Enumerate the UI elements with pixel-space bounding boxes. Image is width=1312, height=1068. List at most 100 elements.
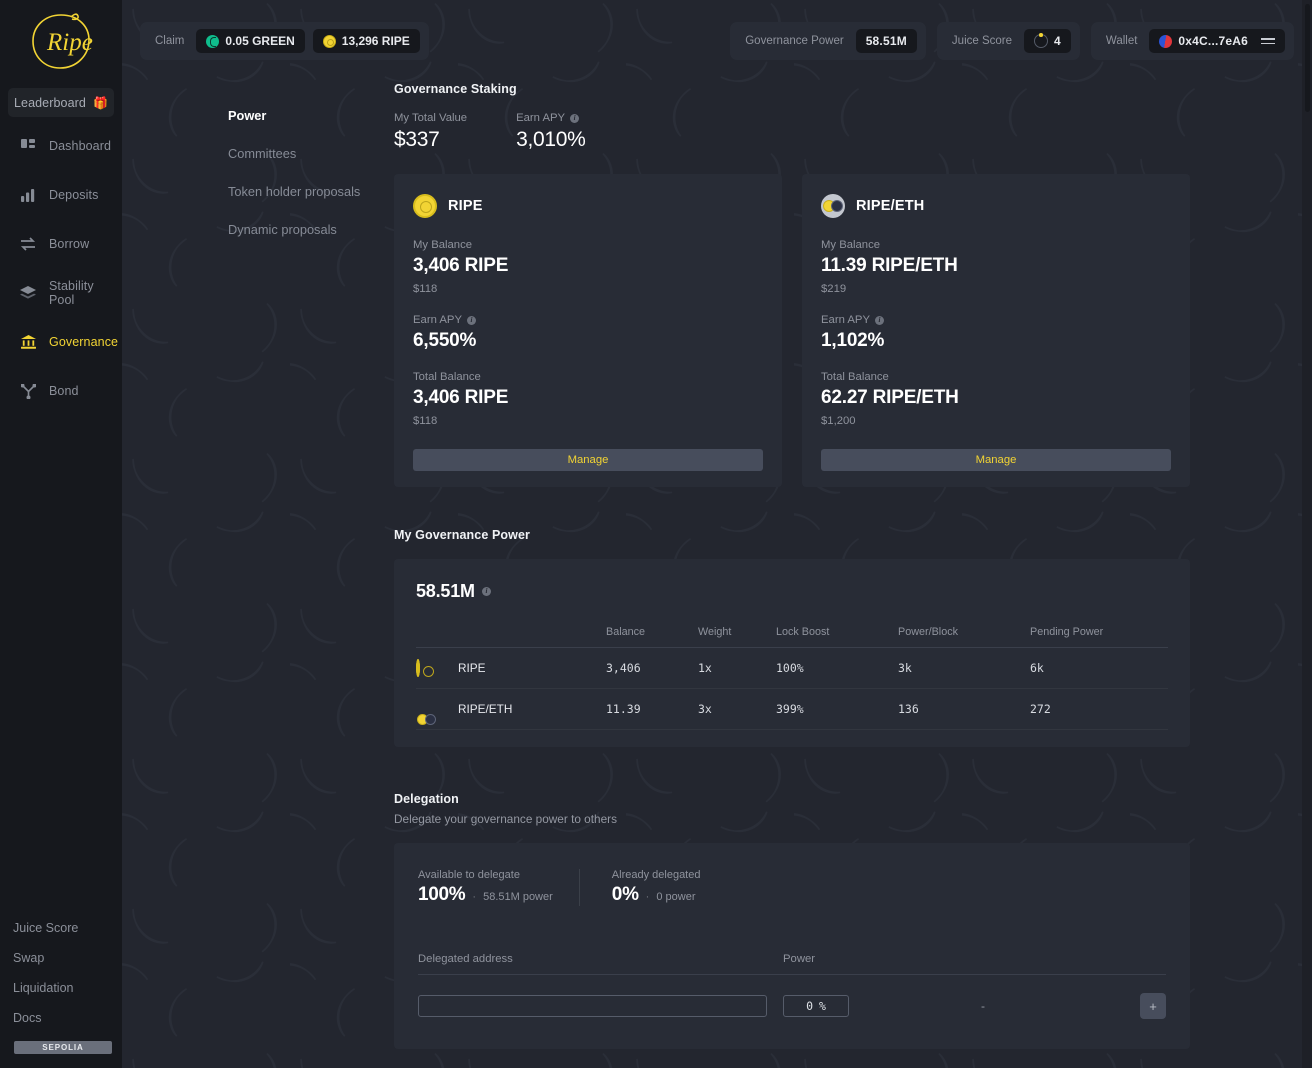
delegated-address-input[interactable]: [418, 995, 767, 1017]
bond-icon: [20, 383, 36, 399]
already-delegated-pct: 0%: [611, 884, 639, 905]
delegation-column-headers: Delegated address Power: [418, 953, 1166, 975]
staking-card-ripe: RIPE My Balance 3,406 RIPE $118 Earn APY: [394, 174, 782, 487]
claim-label: Claim: [155, 35, 185, 47]
sidebar-nav-top: Leaderboard 🎁 Dashboard Deposits Borrow …: [0, 84, 122, 425]
governance-power-total: 58.51M i: [416, 581, 1168, 602]
table-header-row: Balance Weight Lock Boost Power/Block Pe…: [416, 626, 1168, 648]
sidebar-link-docs[interactable]: Docs: [0, 1011, 122, 1025]
total-balance-label: Total Balance: [821, 371, 889, 383]
table-row[interactable]: RIPE 3,406 1x 100% 3k 6k: [416, 647, 1168, 689]
sidebar-item-dashboard[interactable]: Dashboard: [8, 131, 114, 161]
staking-summary: My Total Value $337 Earn APY i 3,010%: [394, 112, 1190, 152]
total-balance-block: Total Balance 62.27 RIPE/ETH $1,200: [821, 371, 1171, 427]
delegation-card: Available to delegate 100% · 58.51M powe…: [394, 843, 1190, 1049]
info-icon[interactable]: i: [466, 315, 476, 325]
my-governance-power-title: My Governance Power: [394, 528, 530, 542]
my-total-value-label: My Total Value: [394, 112, 468, 124]
governance-power-label: Governance Power: [745, 35, 844, 47]
delegation-input-row: 0 % - +: [418, 993, 1166, 1019]
body-wrap: Power Committees Token holder proposals …: [122, 82, 1312, 1049]
col-icon: [416, 626, 458, 648]
manage-button[interactable]: Manage: [821, 449, 1171, 471]
sidebar-item-leaderboard[interactable]: Leaderboard 🎁: [8, 88, 114, 117]
apy-value: 1,102%: [821, 330, 885, 351]
my-balance-label: My Balance: [821, 239, 881, 251]
claim-green-value: 0.05 GREEN: [225, 34, 295, 48]
sidebar-item-label: Stability Pool: [49, 279, 94, 307]
staking-card-ripe-eth: RIPE/ETH My Balance 11.39 RIPE/ETH $219 …: [802, 174, 1190, 487]
scrollbar-thumb[interactable]: [1305, 4, 1310, 112]
wallet-address-button[interactable]: 0x4C...7eA6: [1149, 29, 1285, 53]
row-balance: 3,406: [606, 647, 698, 689]
row-pending-power: 6k: [1030, 647, 1168, 689]
my-balance-usd: $118: [413, 283, 438, 295]
wallet-group: Wallet 0x4C...7eA6: [1090, 22, 1294, 60]
juice-score-group: Juice Score 4: [936, 22, 1080, 60]
claim-ripe-button[interactable]: 13,296 RIPE: [312, 29, 420, 53]
computed-power-value: -: [981, 999, 985, 1013]
my-balance-block: My Balance 11.39 RIPE/ETH $219: [821, 239, 1171, 295]
row-weight: 3x: [698, 688, 776, 730]
sidebar-link-liquidation[interactable]: Liquidation: [0, 981, 122, 995]
sidebar-link-juice-score[interactable]: Juice Score: [0, 921, 122, 935]
available-note: 58.51M power: [483, 891, 553, 903]
add-delegation-button[interactable]: +: [1140, 993, 1166, 1019]
row-name: RIPE: [458, 647, 606, 689]
subnav-item-dynamic-proposals[interactable]: Dynamic proposals: [228, 222, 394, 237]
sidebar-nav-list: Dashboard Deposits Borrow Stability Pool…: [0, 131, 122, 406]
section-subnav: Power Committees Token holder proposals …: [228, 82, 394, 1049]
sidebar-link-swap[interactable]: Swap: [0, 951, 122, 965]
info-icon[interactable]: i: [481, 587, 491, 596]
claim-group: Claim 0.05 GREEN 13,296 RIPE: [140, 22, 429, 60]
available-row: 100% · 58.51M power: [418, 884, 553, 906]
table-head: Balance Weight Lock Boost Power/Block Pe…: [416, 626, 1168, 648]
subnav-item-committees[interactable]: Committees: [228, 146, 394, 161]
sidebar-item-bond[interactable]: Bond: [8, 376, 114, 406]
sidebar-item-label: Bond: [49, 384, 79, 398]
row-lock-boost: 399%: [776, 688, 898, 730]
governance-power-value: 58.51M: [855, 29, 917, 53]
sidebar-item-governance[interactable]: Governance: [8, 327, 118, 357]
already-delegated-note: 0 power: [656, 891, 696, 903]
subnav-item-power[interactable]: Power: [228, 108, 394, 123]
total-balance-usd: $118: [413, 415, 438, 427]
earn-apy-stat: Earn APY i 3,010%: [516, 112, 586, 152]
governance-power-card: 58.51M i Balance Weight Lock Boost Power…: [394, 559, 1190, 747]
governance-power-total-value: 58.51M: [416, 581, 475, 601]
already-delegated-label: Already delegated: [611, 869, 701, 881]
sidebar-item-deposits[interactable]: Deposits: [8, 180, 114, 210]
brand-logo[interactable]: Ripe: [0, 0, 122, 84]
claim-green-button[interactable]: 0.05 GREEN: [196, 29, 305, 53]
sidebar-item-stability-pool[interactable]: Stability Pool: [8, 278, 114, 308]
earn-apy-amount: 3,010%: [516, 128, 586, 151]
juice-score-value-wrap[interactable]: 4: [1024, 29, 1071, 53]
info-icon[interactable]: i: [570, 113, 580, 123]
card-header: RIPE: [413, 194, 763, 218]
sidebar: Ripe Leaderboard 🎁 Dashboard Deposits Bo…: [0, 0, 122, 1068]
apy-block: Earn APY i 6,550%: [413, 314, 763, 352]
governance-power-group: Governance Power 58.51M: [730, 22, 926, 60]
gift-icon: 🎁: [92, 95, 109, 110]
wallet-avatar-icon: [1159, 34, 1173, 48]
my-balance-usd: $219: [821, 283, 847, 295]
row-weight: 1x: [698, 647, 776, 689]
table-row[interactable]: RIPE/ETH 11.39 3x 399% 136 272: [416, 688, 1168, 730]
info-icon[interactable]: i: [874, 315, 884, 325]
sidebar-item-borrow[interactable]: Borrow: [8, 229, 114, 259]
svg-text:Ripe: Ripe: [46, 29, 93, 56]
network-badge[interactable]: SEPOLIA: [14, 1041, 112, 1054]
ripe-eth-pair-icon: [821, 194, 845, 218]
page-scrollbar[interactable]: [1302, 0, 1312, 1068]
manage-button[interactable]: Manage: [413, 449, 763, 471]
row-pending-power: 272: [1030, 688, 1168, 730]
menu-icon[interactable]: [1261, 38, 1275, 44]
juice-score-label: Juice Score: [951, 35, 1013, 47]
col-name: [458, 626, 606, 648]
apy-value: 6,550%: [413, 330, 477, 351]
power-percent-stepper[interactable]: 0 %: [783, 995, 849, 1017]
wallet-label: Wallet: [1105, 35, 1138, 47]
ripe-logo-icon: Ripe: [27, 10, 95, 74]
total-balance-value: 62.27 RIPE/ETH: [821, 387, 959, 408]
subnav-item-token-holder-proposals[interactable]: Token holder proposals: [228, 184, 394, 199]
